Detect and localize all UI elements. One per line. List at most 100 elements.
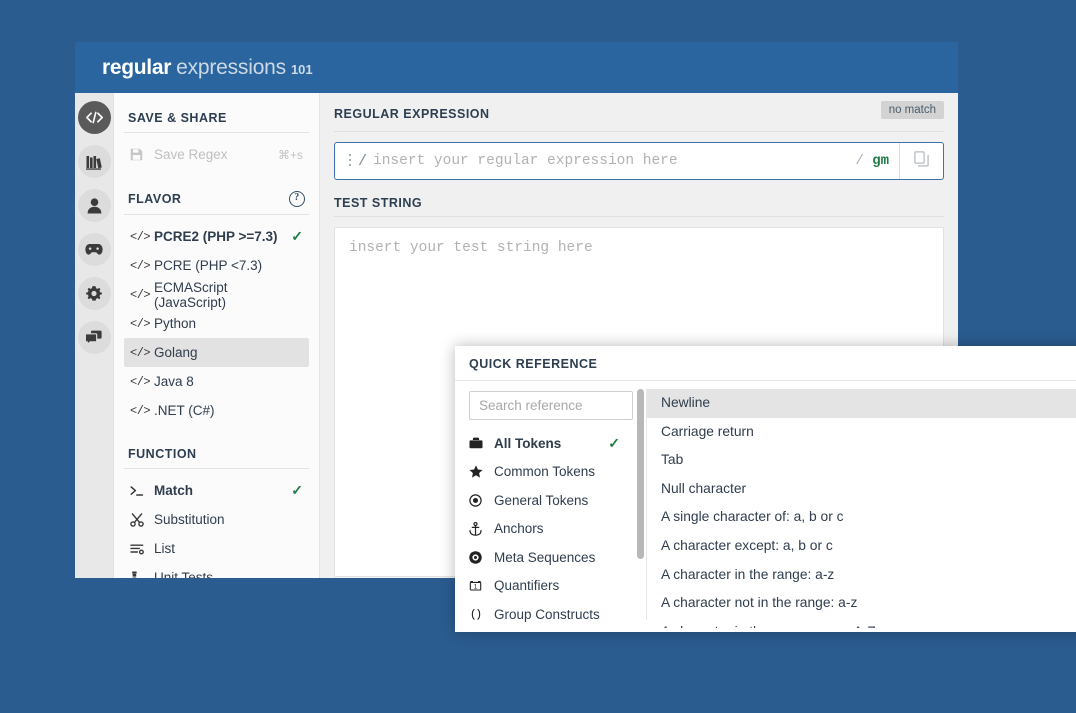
reference-entry[interactable]: A character in the range: a-z or A-Z bbox=[647, 618, 1076, 628]
code-icon: </> bbox=[130, 317, 154, 331]
function-item-match[interactable]: Match ✓ bbox=[124, 476, 309, 505]
function-item-unit-tests[interactable]: Unit Tests bbox=[124, 563, 309, 578]
quick-reference-panel: QUICK REFERENCE All Tokens ✓ bbox=[455, 346, 1076, 632]
category-label: Quantifiers bbox=[494, 578, 620, 593]
account-icon bbox=[87, 198, 102, 214]
regex-close-delimiter: / bbox=[855, 153, 863, 169]
flavor-item-pcre2[interactable]: </> PCRE2 (PHP >=7.3) ✓ bbox=[124, 222, 309, 251]
flavor-item-label: PCRE (PHP <7.3) bbox=[154, 258, 303, 273]
rail-item-regex-editor[interactable] bbox=[78, 101, 111, 134]
flavor-item-pcre[interactable]: </> PCRE (PHP <7.3) bbox=[124, 251, 309, 280]
regex-input-row[interactable]: / / gm bbox=[334, 142, 944, 180]
reference-entry[interactable]: A single character of: a, b or c bbox=[647, 503, 1076, 532]
reference-entry[interactable]: Null character bbox=[647, 475, 1076, 504]
search-reference-input[interactable] bbox=[469, 391, 633, 420]
flavor-item-label: PCRE2 (PHP >=7.3) bbox=[154, 229, 285, 244]
drag-handle-icon[interactable] bbox=[342, 152, 358, 171]
flavor-item-label: .NET (C#) bbox=[154, 403, 303, 418]
scrollbar-thumb[interactable] bbox=[637, 389, 644, 559]
function-item-list[interactable]: List bbox=[124, 534, 309, 563]
rail-item-community[interactable] bbox=[78, 321, 111, 354]
match-status-badge: no match bbox=[881, 101, 944, 119]
check-icon: ✓ bbox=[608, 435, 620, 452]
boxed-one-icon: 1 bbox=[469, 580, 494, 592]
flavor-item-label: ECMAScript (JavaScript) bbox=[154, 280, 303, 310]
category-label: Anchors bbox=[494, 521, 620, 536]
function-heading-label: FUNCTION bbox=[128, 447, 197, 461]
save-regex-label: Save Regex bbox=[154, 147, 278, 162]
category-common-tokens[interactable]: Common Tokens bbox=[469, 458, 634, 487]
rail-item-settings[interactable] bbox=[78, 277, 111, 310]
flavor-item-ecmascript[interactable]: </> ECMAScript (JavaScript) bbox=[124, 280, 309, 309]
category-label: Group Constructs bbox=[494, 607, 620, 622]
reference-entry[interactable]: Newline bbox=[647, 389, 1076, 418]
regex-input[interactable] bbox=[367, 153, 855, 169]
function-item-label: List bbox=[154, 541, 303, 556]
regex-open-delimiter: / bbox=[358, 153, 367, 170]
regex-flags[interactable]: / gm bbox=[855, 153, 899, 169]
chat-icon bbox=[86, 330, 102, 345]
category-anchors[interactable]: Anchors bbox=[469, 515, 634, 544]
save-share-heading-label: SAVE & SHARE bbox=[128, 111, 227, 125]
function-item-substitution[interactable]: Substitution bbox=[124, 505, 309, 534]
function-item-label: Match bbox=[154, 483, 285, 498]
regex-heading-label: REGULAR EXPRESSION bbox=[334, 107, 490, 121]
category-label: General Tokens bbox=[494, 493, 620, 508]
reference-entry[interactable]: A character in the range: a-z bbox=[647, 561, 1076, 590]
save-regex-button[interactable]: Save Regex ⌘+s bbox=[124, 140, 309, 169]
flavor-item-python[interactable]: </> Python bbox=[124, 309, 309, 338]
gear-icon bbox=[86, 286, 102, 302]
quick-reference-title: QUICK REFERENCE bbox=[455, 346, 1076, 381]
reference-entry[interactable]: A character except: a, b or c bbox=[647, 532, 1076, 561]
toolbox-icon bbox=[469, 437, 494, 449]
flavor-item-label: Java 8 bbox=[154, 374, 303, 389]
regex-flags-value: gm bbox=[872, 153, 889, 169]
flavor-item-dotnet[interactable]: </> .NET (C#) bbox=[124, 396, 309, 425]
reference-entry[interactable]: Carriage return bbox=[647, 418, 1076, 447]
save-regex-shortcut: ⌘+s bbox=[278, 148, 303, 162]
rail-item-library[interactable] bbox=[78, 145, 111, 178]
sandbox-icon bbox=[85, 243, 103, 256]
function-item-label: Substitution bbox=[154, 512, 303, 527]
quick-reference-scrollbar[interactable] bbox=[634, 381, 646, 628]
rail-item-sandbox[interactable] bbox=[78, 233, 111, 266]
reference-entry[interactable]: A character not in the range: a-z bbox=[647, 589, 1076, 618]
code-icon: </> bbox=[130, 288, 154, 302]
category-label: All Tokens bbox=[494, 436, 602, 451]
category-quantifiers[interactable]: 1 Quantifiers bbox=[469, 572, 634, 601]
anchor-icon bbox=[469, 522, 494, 536]
flavor-item-java8[interactable]: </> Java 8 bbox=[124, 367, 309, 396]
floppy-disk-icon bbox=[130, 148, 154, 161]
brand-word-regular: regular bbox=[102, 56, 171, 80]
question-circle-icon[interactable]: ? bbox=[289, 191, 305, 207]
terminal-icon bbox=[130, 485, 154, 497]
copy-regex-button[interactable] bbox=[899, 143, 943, 179]
function-heading: FUNCTION bbox=[124, 447, 309, 469]
flavor-heading: FLAVOR ? bbox=[124, 191, 309, 215]
code-icon: </> bbox=[130, 230, 154, 244]
code-icon: </> bbox=[130, 346, 154, 360]
category-group-constructs[interactable]: Group Constructs bbox=[469, 600, 634, 629]
brand-number: 101 bbox=[291, 62, 313, 77]
code-icon: </> bbox=[130, 404, 154, 418]
star-icon bbox=[469, 465, 494, 478]
flavor-heading-label: FLAVOR bbox=[128, 192, 181, 206]
dot-circle-icon bbox=[469, 494, 494, 507]
reference-entry[interactable]: Tab bbox=[647, 446, 1076, 475]
test-tube-icon bbox=[130, 571, 154, 579]
flavor-item-golang[interactable]: </> Golang bbox=[124, 338, 309, 367]
brand-header: regular expressions 101 bbox=[75, 42, 958, 93]
category-label: Common Tokens bbox=[494, 464, 620, 479]
category-meta-sequences[interactable]: Meta Sequences bbox=[469, 543, 634, 572]
scissors-icon bbox=[130, 513, 154, 527]
test-string-placeholder: insert your test string here bbox=[349, 240, 593, 256]
icon-rail bbox=[75, 93, 114, 578]
function-item-label: Unit Tests bbox=[154, 570, 303, 578]
library-icon bbox=[86, 154, 102, 170]
check-icon: ✓ bbox=[291, 482, 303, 499]
quick-reference-entries: Newline Carriage return Tab Null charact… bbox=[647, 381, 1076, 628]
flavor-item-label: Python bbox=[154, 316, 303, 331]
category-general-tokens[interactable]: General Tokens bbox=[469, 486, 634, 515]
category-all-tokens[interactable]: All Tokens ✓ bbox=[469, 429, 634, 458]
rail-item-account[interactable] bbox=[78, 189, 111, 222]
